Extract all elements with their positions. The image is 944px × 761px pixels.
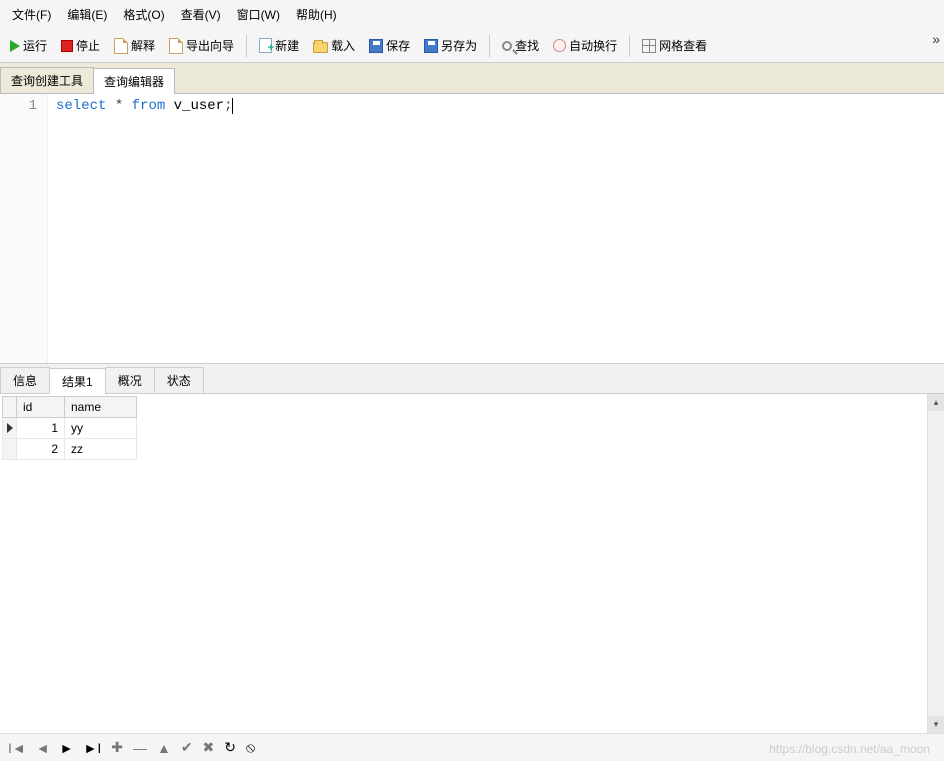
grid-view-label: 网格查看 (659, 37, 707, 54)
tab-query-builder[interactable]: 查询创建工具 (0, 67, 94, 93)
separator (629, 35, 630, 57)
export-icon (169, 38, 183, 54)
cell-id[interactable]: 2 (17, 439, 65, 460)
nav-last[interactable]: ►I (83, 740, 101, 756)
load-button[interactable]: 载入 (307, 33, 361, 58)
scroll-down-icon[interactable]: ▾ (928, 716, 944, 733)
save-as-button[interactable]: 另存为 (418, 33, 483, 58)
tab-info[interactable]: 信息 (0, 367, 50, 393)
row-indicator (3, 418, 17, 439)
save-as-icon (424, 39, 438, 53)
col-header-id[interactable]: id (17, 397, 65, 418)
record-navigator: I◄ ◄ ► ►I ✚ — ▲ ✔ ✖ ↻ ⦸ https://blog.csd… (0, 733, 944, 761)
menu-view[interactable]: 查看(V) (175, 4, 227, 25)
page-icon (114, 38, 128, 54)
menu-window[interactable]: 窗口(W) (231, 4, 286, 25)
stop-button[interactable]: 停止 (55, 33, 106, 58)
row-indicator (3, 439, 17, 460)
current-row-icon (7, 423, 13, 433)
editor-tabs: 查询创建工具 查询编辑器 (0, 63, 944, 94)
save-as-label: 另存为 (441, 37, 477, 54)
explain-label: 解释 (131, 37, 155, 54)
sql-editor[interactable]: 1 select * from v_user; (0, 94, 944, 364)
find-button[interactable]: 查找 (496, 33, 545, 58)
identifier: v_user (165, 98, 224, 114)
separator (246, 35, 247, 57)
nav-edit[interactable]: ▲ (157, 740, 171, 756)
watermark-text: https://blog.csdn.net/aa_moon (769, 742, 930, 756)
tab-query-editor[interactable]: 查询编辑器 (93, 68, 175, 94)
cell-name[interactable]: yy (65, 418, 137, 439)
col-header-name[interactable]: name (65, 397, 137, 418)
semicolon: ; (224, 98, 232, 114)
stop-label: 停止 (76, 37, 100, 54)
menu-help[interactable]: 帮助(H) (290, 4, 343, 25)
menu-edit[interactable]: 编辑(E) (61, 4, 113, 25)
search-icon (502, 41, 512, 51)
table-row[interactable]: 2 zz (3, 439, 137, 460)
find-label: 查找 (515, 37, 539, 54)
star: * (106, 98, 131, 114)
header-row: id name (3, 397, 137, 418)
export-label: 导出向导 (186, 37, 234, 54)
keyword-select: select (56, 98, 106, 114)
line-gutter: 1 (0, 94, 48, 363)
auto-wrap-label: 自动换行 (569, 37, 617, 54)
code-area[interactable]: select * from v_user; (48, 94, 944, 363)
explain-button[interactable]: 解释 (108, 33, 161, 58)
wrap-icon (553, 39, 566, 52)
nav-next[interactable]: ► (60, 740, 74, 756)
nav-first[interactable]: I◄ (8, 740, 26, 756)
result-body: id name 1 yy 2 zz ▴ ▾ (0, 394, 944, 733)
nav-cancel[interactable]: ✖ (203, 739, 215, 756)
result-grid: id name 1 yy 2 zz (2, 396, 137, 460)
nav-post[interactable]: ✔ (181, 739, 193, 756)
stop-icon (61, 40, 73, 52)
tab-state[interactable]: 状态 (154, 367, 204, 393)
text-cursor (232, 98, 233, 114)
new-icon (259, 38, 272, 53)
cell-id[interactable]: 1 (17, 418, 65, 439)
scroll-up-icon[interactable]: ▴ (928, 394, 944, 411)
export-wizard-button[interactable]: 导出向导 (163, 33, 240, 58)
keyword-from: from (132, 98, 166, 114)
corner-cell (3, 397, 17, 418)
tab-result1[interactable]: 结果1 (49, 368, 106, 394)
auto-wrap-button[interactable]: 自动换行 (547, 33, 623, 58)
result-tabs: 信息 结果1 概况 状态 (0, 364, 944, 394)
toolbar-overflow[interactable]: » (932, 31, 940, 47)
line-number: 1 (4, 98, 37, 114)
load-label: 载入 (331, 37, 355, 54)
new-label: 新建 (275, 37, 299, 54)
toolbar: 运行 停止 解释 导出向导 新建 载入 保存 另存为 查找 自动换行 网格查看 (0, 29, 944, 63)
grid-view-button[interactable]: 网格查看 (636, 33, 713, 58)
save-label: 保存 (386, 37, 410, 54)
table-row[interactable]: 1 yy (3, 418, 137, 439)
menu-format[interactable]: 格式(O) (117, 4, 170, 25)
vertical-scrollbar[interactable]: ▴ ▾ (927, 394, 944, 733)
save-button[interactable]: 保存 (363, 33, 416, 58)
run-label: 运行 (23, 37, 47, 54)
nav-stop[interactable]: ⦸ (246, 739, 255, 756)
grid-icon (642, 39, 656, 53)
menu-file[interactable]: 文件(F) (6, 4, 57, 25)
nav-prev[interactable]: ◄ (36, 740, 50, 756)
grid-scroll[interactable]: id name 1 yy 2 zz (0, 394, 927, 733)
menubar: 文件(F) 编辑(E) 格式(O) 查看(V) 窗口(W) 帮助(H) (0, 0, 944, 29)
separator (489, 35, 490, 57)
cell-name[interactable]: zz (65, 439, 137, 460)
run-button[interactable]: 运行 (4, 33, 53, 58)
new-button[interactable]: 新建 (253, 33, 305, 58)
save-icon (369, 39, 383, 53)
folder-icon (313, 42, 328, 53)
tab-profile[interactable]: 概况 (105, 367, 155, 393)
nav-refresh[interactable]: ↻ (224, 739, 236, 756)
nav-add[interactable]: ✚ (111, 739, 123, 756)
play-icon (10, 40, 20, 52)
nav-delete[interactable]: — (133, 740, 147, 756)
